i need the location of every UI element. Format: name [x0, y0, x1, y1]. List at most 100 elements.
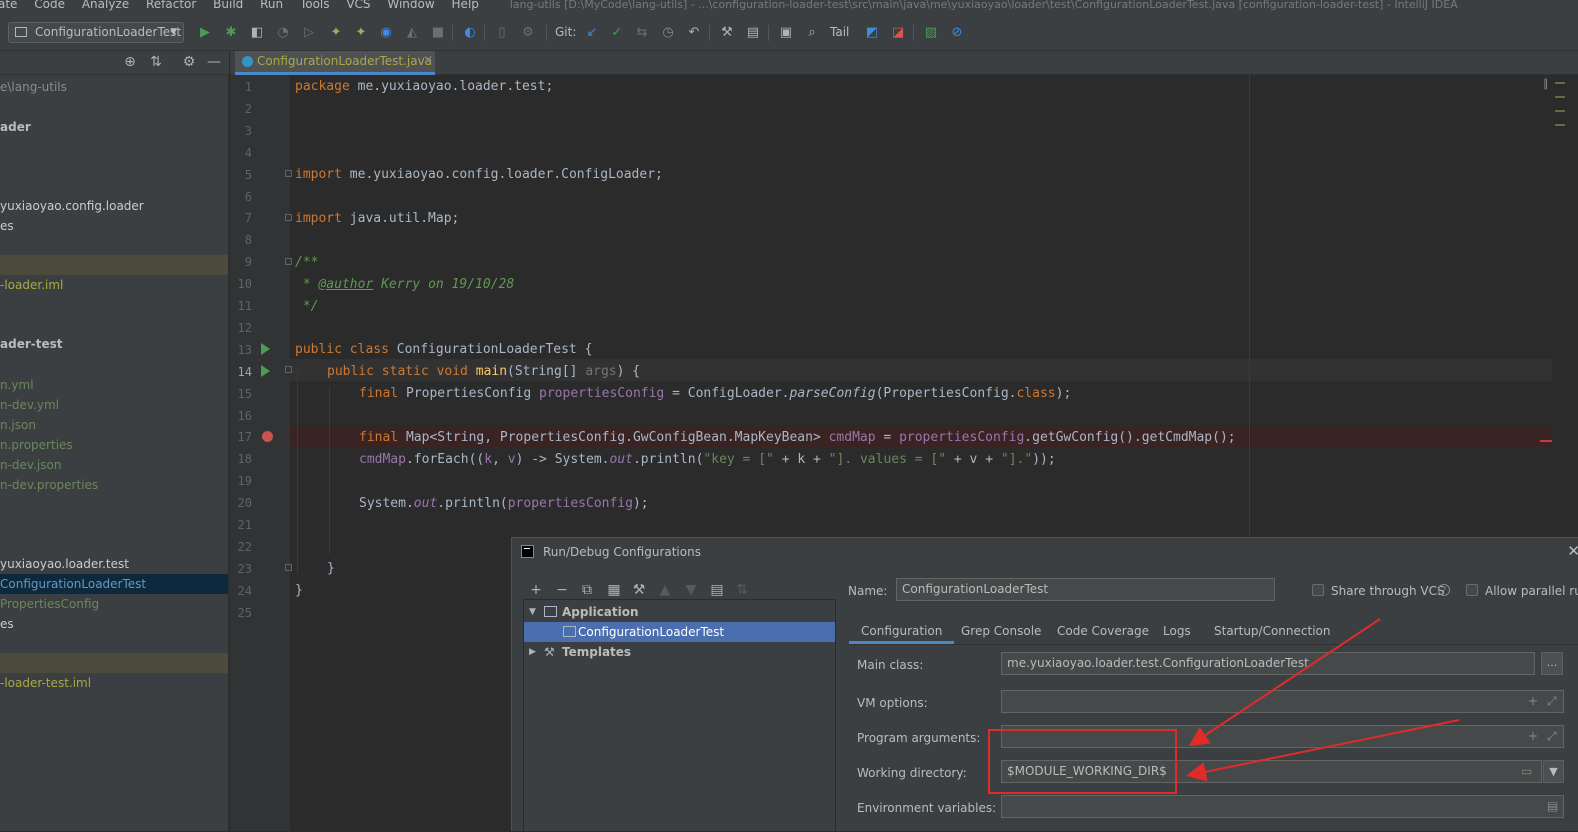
- git-compare-icon[interactable]: ⇆: [633, 24, 651, 42]
- allow-parallel-checkbox[interactable]: [1466, 584, 1478, 596]
- run-gutter-icon[interactable]: [261, 343, 270, 355]
- menu-item-file[interactable]: ate: [0, 0, 17, 10]
- edit-list-icon[interactable]: ▤: [1547, 799, 1558, 813]
- project-tree-row[interactable]: ConfigurationLoaderTest: [0, 574, 228, 594]
- gear-icon[interactable]: ⚙: [181, 54, 197, 70]
- fold-marker[interactable]: [285, 258, 292, 265]
- tree-node-templates[interactable]: ▶ ⚒ Templates: [524, 642, 835, 662]
- debug-icon[interactable]: ✱: [222, 24, 240, 42]
- folder-open-icon[interactable]: ▭: [1521, 764, 1532, 778]
- locate-crosshair-icon[interactable]: ⊕: [122, 54, 138, 70]
- tree-node-application[interactable]: ▼ Application: [524, 602, 835, 622]
- browse-main-class-button[interactable]: ...: [1541, 652, 1563, 675]
- help-icon[interactable]: ?: [1438, 584, 1450, 596]
- project-tree-row[interactable]: -loader.iml: [0, 275, 228, 295]
- fold-marker[interactable]: [285, 170, 292, 177]
- add-icon[interactable]: +: [1528, 729, 1538, 743]
- translate-alt-icon[interactable]: ◪: [889, 24, 907, 42]
- expand-icon[interactable]: ⤢: [1547, 729, 1557, 744]
- remove-icon[interactable]: −: [554, 582, 570, 598]
- project-tree-row[interactable]: PropertiesConfig: [0, 594, 228, 614]
- project-tree-row[interactable]: e\lang-utils: [0, 77, 228, 97]
- project-tree-row[interactable]: ader: [0, 117, 228, 137]
- chevron-down-icon[interactable]: ▼: [529, 602, 536, 622]
- menu-item-tools[interactable]: Tools: [300, 0, 330, 10]
- stop-icon[interactable]: ■: [429, 24, 447, 42]
- project-tree-row[interactable]: yuxiaoyao.loader.test: [0, 554, 228, 574]
- terminal-window-icon[interactable]: ▣: [777, 24, 795, 42]
- wrench-icon[interactable]: ⚒: [631, 582, 647, 598]
- tab-logs[interactable]: Logs: [1163, 619, 1191, 644]
- fold-marker[interactable]: [285, 214, 292, 221]
- run-disabled-icon[interactable]: ▷: [300, 24, 318, 42]
- activity-monitor-icon[interactable]: ▨: [922, 24, 940, 42]
- menu-item-window[interactable]: Window: [387, 0, 434, 10]
- tree-node-configurationloadertest[interactable]: ConfigurationLoaderTest: [524, 622, 835, 642]
- git-commit-icon[interactable]: ✓: [608, 24, 626, 42]
- save-icon[interactable]: ▦: [606, 582, 622, 598]
- rebuild-icon[interactable]: ✦: [352, 24, 370, 42]
- history-icon[interactable]: ◷: [659, 24, 677, 42]
- project-tree-row[interactable]: n.properties: [0, 435, 228, 455]
- project-tree-row[interactable]: [0, 653, 228, 673]
- move-down-icon[interactable]: ▼: [683, 582, 699, 598]
- move-up-icon[interactable]: ▲: [657, 582, 673, 598]
- menu-item-code[interactable]: Code: [34, 0, 65, 10]
- name-field[interactable]: ConfigurationLoaderTest: [896, 578, 1275, 601]
- close-icon[interactable]: ✕: [423, 53, 433, 67]
- copy-icon[interactable]: ⧉: [579, 582, 595, 598]
- menu-item-help[interactable]: Help: [452, 0, 479, 10]
- run-gutter-icon[interactable]: [261, 365, 270, 377]
- power-save-icon[interactable]: ⊘: [948, 24, 966, 42]
- working-directory-dropdown[interactable]: ▼: [1543, 760, 1564, 783]
- tab-grep-console[interactable]: Grep Console: [961, 619, 1041, 644]
- project-tree-row[interactable]: -loader-test.iml: [0, 673, 228, 693]
- project-structure-icon[interactable]: ▤: [744, 24, 762, 42]
- profile-icon[interactable]: ◔: [274, 24, 292, 42]
- project-tree-row[interactable]: n-dev.properties: [0, 475, 228, 495]
- wrench-settings-icon[interactable]: ⚒: [718, 24, 736, 42]
- allow-parallel-label[interactable]: Allow parallel ru: [1485, 584, 1578, 598]
- breakpoint-icon[interactable]: [262, 431, 273, 442]
- device-icon[interactable]: ▯: [493, 24, 511, 42]
- expand-icon[interactable]: ⤢: [1547, 694, 1557, 709]
- menu-item-vcs[interactable]: VCS: [346, 0, 370, 10]
- menu-item-refactor[interactable]: Refactor: [146, 0, 196, 10]
- run-config-selector[interactable]: ConfigurationLoaderTest ▼: [8, 22, 184, 43]
- search-icon[interactable]: ⌕: [803, 24, 821, 42]
- tab-code-coverage[interactable]: Code Coverage: [1057, 619, 1149, 644]
- tab-startup-connection[interactable]: Startup/Connection: [1214, 619, 1330, 644]
- chevron-right-icon[interactable]: ▶: [529, 642, 536, 662]
- refresh-sync-icon[interactable]: ◐: [461, 24, 479, 42]
- menu-item-run[interactable]: Run: [260, 0, 283, 10]
- project-tree-row[interactable]: n-dev.yml: [0, 395, 228, 415]
- project-tree-row[interactable]: [0, 255, 228, 275]
- project-tree-row[interactable]: yuxiaoyao.config.loader: [0, 196, 228, 216]
- project-tree-row[interactable]: es: [0, 614, 228, 634]
- editor-tab-configurationloadertest[interactable]: ConfigurationLoaderTest.java ✕: [235, 51, 435, 75]
- share-vcs-label[interactable]: Share through VCS: [1331, 584, 1445, 598]
- compass-icon[interactable]: ◉: [377, 24, 395, 42]
- sort-icon[interactable]: ⇅: [734, 582, 750, 598]
- run-icon[interactable]: ▶: [196, 24, 214, 42]
- run-with-coverage-icon[interactable]: ◧: [248, 24, 266, 42]
- tail-label[interactable]: Tail: [830, 25, 849, 39]
- error-stripe-mark[interactable]: [1540, 440, 1552, 442]
- project-tree-row[interactable]: n-dev.json: [0, 455, 228, 475]
- close-icon[interactable]: ✕: [1567, 542, 1578, 560]
- share-vcs-checkbox[interactable]: [1312, 584, 1324, 596]
- minimize-icon[interactable]: —: [206, 54, 222, 70]
- devices-settings-icon[interactable]: ⚙: [519, 24, 537, 42]
- menu-item-analyze[interactable]: Analyze: [82, 0, 129, 10]
- folder-icon[interactable]: ▤: [709, 582, 725, 598]
- inspection-status-icon[interactable]: ∥: [1543, 77, 1549, 90]
- build-icon[interactable]: ✦: [327, 24, 345, 42]
- collapse-all-icon[interactable]: ⇅: [148, 54, 164, 70]
- main-class-field[interactable]: me.yuxiaoyao.loader.test.ConfigurationLo…: [1001, 652, 1535, 675]
- vm-options-field[interactable]: [1001, 690, 1564, 713]
- git-update-icon[interactable]: ↙: [583, 24, 601, 42]
- environment-variables-field[interactable]: [1001, 795, 1564, 818]
- project-tree-row[interactable]: n.yml: [0, 375, 228, 395]
- translate-icon[interactable]: ◩: [863, 24, 881, 42]
- add-icon[interactable]: +: [528, 582, 544, 598]
